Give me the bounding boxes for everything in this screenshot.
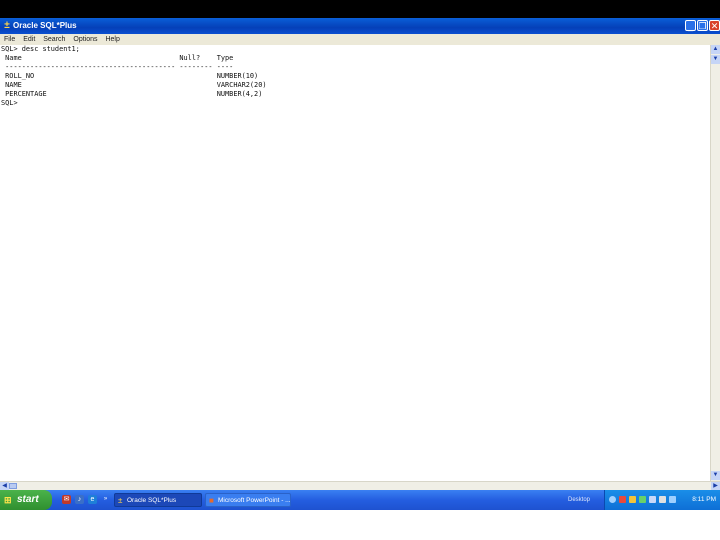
- menu-file[interactable]: File: [4, 36, 15, 43]
- maximize-button[interactable]: ❐: [697, 20, 708, 31]
- start-button[interactable]: ⊞ start: [0, 490, 52, 510]
- console-line: ----------------------------------------…: [1, 63, 234, 71]
- blank-area: [0, 510, 720, 540]
- scroll-up-arrow-icon[interactable]: ▲: [711, 45, 720, 54]
- network-icon[interactable]: [659, 496, 666, 503]
- console-line: NAME VARCHAR2(20): [1, 81, 267, 89]
- vertical-scrollbar[interactable]: ▲ ▼ ▼: [710, 45, 720, 481]
- quicklaunch-expand-icon[interactable]: »: [101, 495, 110, 504]
- minimize-button[interactable]: _: [685, 20, 696, 31]
- console-prompt[interactable]: SQL>: [0, 99, 710, 108]
- taskbar-button-powerpoint[interactable]: ■ Microsoft PowerPoint - ...: [205, 493, 291, 507]
- scroll-left-arrow-icon[interactable]: ◀: [0, 482, 9, 490]
- sqlplus-app-icon[interactable]: ±: [2, 20, 12, 31]
- tray-icon[interactable]: [619, 496, 626, 503]
- internet-explorer-icon[interactable]: e: [88, 495, 97, 504]
- tray-icon[interactable]: [609, 496, 616, 503]
- scroll-down-arrow-icon[interactable]: ▼: [711, 471, 720, 480]
- window-title: Oracle SQL*Plus: [13, 21, 77, 30]
- sqlplus-taskbar-icon: ±: [118, 496, 123, 505]
- menu-options[interactable]: Options: [73, 36, 97, 43]
- scroll-down-arrow-icon[interactable]: ▼: [711, 55, 720, 64]
- horizontal-scrollbar[interactable]: ◀ ▶: [0, 481, 720, 490]
- start-label: start: [17, 494, 39, 505]
- menu-search[interactable]: Search: [43, 36, 65, 43]
- console-line: ROLL_NO NUMBER(10): [1, 72, 259, 80]
- tray-icon[interactable]: [629, 496, 636, 503]
- desktop-toolbar-label[interactable]: Desktop: [568, 490, 590, 510]
- menu-help[interactable]: Help: [105, 36, 119, 43]
- horizontal-scroll-thumb[interactable]: [9, 483, 17, 489]
- quicklaunch-app-icon[interactable]: ✉: [62, 495, 71, 504]
- taskbar-clock[interactable]: 8:11 PM: [692, 490, 716, 510]
- scroll-right-arrow-icon[interactable]: ▶: [711, 482, 720, 490]
- close-button[interactable]: ✕: [709, 20, 720, 31]
- taskbar-button-sqlplus[interactable]: ± Oracle SQL*Plus: [114, 493, 202, 507]
- windows-flag-icon: ⊞: [4, 495, 12, 505]
- console-line: SQL> desc student1;: [1, 45, 80, 53]
- tray-icon[interactable]: [649, 496, 656, 503]
- quicklaunch-media-icon[interactable]: ♪: [75, 495, 84, 504]
- console-line: Name Null? Type: [1, 54, 234, 62]
- menu-bar: File Edit Search Options Help: [0, 34, 720, 45]
- console-area[interactable]: SQL> desc student1; Name Null? Type ----…: [0, 45, 710, 481]
- system-tray: 8:11 PM: [604, 490, 720, 510]
- console-line: PERCENTAGE NUMBER(4,2): [1, 90, 263, 98]
- volume-icon[interactable]: [669, 496, 676, 503]
- taskbar: ⊞ start ✉ ♪ e » ± Oracle SQL*Plus ■ Micr…: [0, 490, 720, 510]
- menu-edit[interactable]: Edit: [23, 36, 35, 43]
- taskbar-button-label: Oracle SQL*Plus: [127, 497, 177, 504]
- tray-icon[interactable]: [639, 496, 646, 503]
- window-title-bar[interactable]: ± Oracle SQL*Plus _ ❐ ✕: [0, 18, 720, 34]
- powerpoint-icon: ■: [209, 496, 214, 505]
- taskbar-button-label: Microsoft PowerPoint - ...: [218, 497, 291, 504]
